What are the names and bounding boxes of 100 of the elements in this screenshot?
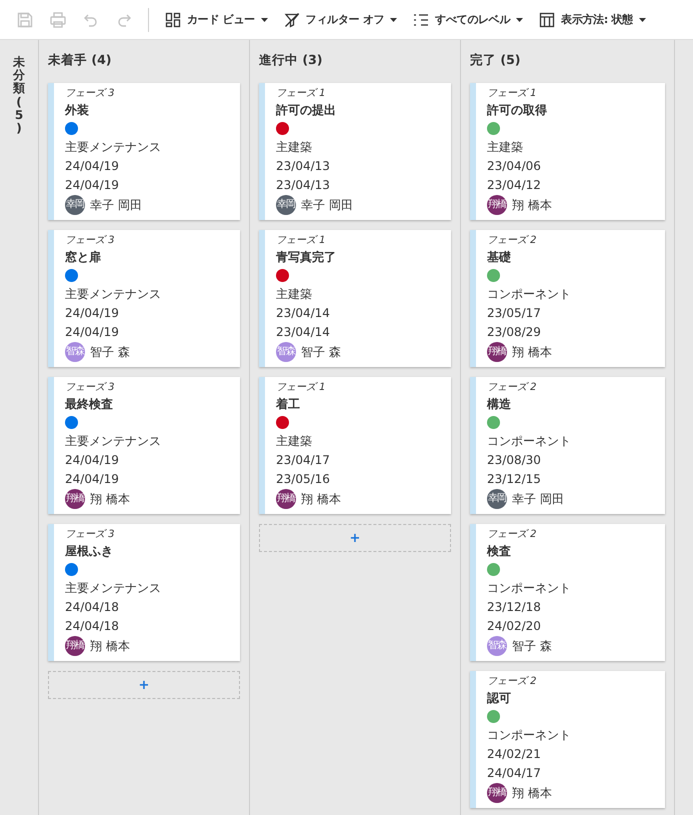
avatar: 智森: [487, 636, 507, 656]
collapsed-column[interactable]: 未分類 (5): [0, 40, 39, 815]
avatar: 翔橋: [487, 342, 507, 362]
avatar: 翔橋: [487, 783, 507, 803]
category-text: コンポーネント: [487, 727, 571, 744]
category-text: コンポーネント: [487, 433, 571, 450]
view-menu[interactable]: カード ビュー: [159, 4, 274, 34]
category-text: 主建築: [276, 139, 312, 156]
end-date: 24/02/20: [487, 618, 541, 635]
category-text: コンポーネント: [487, 286, 571, 303]
filter-off-icon: [284, 12, 300, 28]
category-text: 主要メンテナンス: [65, 139, 161, 156]
card-title: 青写真完了: [276, 249, 336, 266]
phase-label: フェーズ 3: [65, 234, 115, 248]
card-title: 外装: [65, 102, 89, 119]
column-title: 完了 (5): [470, 51, 520, 69]
caret-icon: [390, 18, 398, 22]
caret-icon: [516, 18, 524, 22]
card-title: 構造: [487, 396, 511, 413]
start-date: 23/08/30: [487, 452, 541, 469]
category-text: 主要メンテナンス: [65, 286, 161, 303]
task-card[interactable]: フェーズ 2 検査 コンポーネント 23/12/18 24/02/20 智森 智子 森: [470, 524, 665, 661]
phase-label: フェーズ 1: [276, 234, 326, 248]
assignee-name: 翔 橋本: [512, 196, 552, 214]
end-date: 23/12/15: [487, 471, 541, 488]
card-title: 窓と扉: [65, 249, 101, 266]
add-card-button[interactable]: +: [48, 671, 240, 699]
start-date: 23/04/13: [276, 158, 330, 175]
start-date: 24/04/18: [65, 599, 119, 616]
print-icon: [48, 10, 66, 28]
task-card[interactable]: フェーズ 1 許可の提出 主建築 23/04/13 23/04/13 幸岡 幸子 岡田: [259, 83, 451, 220]
save-icon: [16, 10, 34, 28]
end-date: 23/04/14: [276, 324, 330, 341]
end-date: 24/04/17: [487, 765, 541, 782]
task-card[interactable]: フェーズ 2 基礎 コンポーネント 23/05/17 23/08/29 翔橋 翔 橋本: [470, 230, 665, 367]
card-title: 最終検査: [65, 396, 113, 413]
category-text: 主建築: [487, 139, 523, 156]
task-card[interactable]: フェーズ 1 青写真完了 主建築 23/04/14 23/04/14 智森 智子 森: [259, 230, 451, 367]
category-text: コンポーネント: [487, 580, 571, 597]
phase-label: フェーズ 3: [65, 381, 115, 395]
assignee-name: 翔 橋本: [301, 490, 341, 508]
task-card[interactable]: フェーズ 1 許可の取得 主建築 23/04/06 23/04/12 翔橋 翔 橋本: [470, 83, 665, 220]
end-date: 24/04/19: [65, 177, 119, 194]
card-title: 許可の提出: [276, 102, 336, 119]
phase-label: フェーズ 2: [487, 234, 537, 248]
phase-label: フェーズ 3: [65, 87, 115, 101]
end-date: 23/04/12: [487, 177, 541, 194]
end-date: 24/04/19: [65, 324, 119, 341]
phase-label: フェーズ 1: [276, 87, 326, 101]
assignee-name: 翔 橋本: [90, 638, 130, 654]
start-date: 24/02/21: [487, 746, 541, 763]
end-date: 24/04/18: [65, 618, 119, 635]
filter-menu[interactable]: フィルター オフ: [278, 4, 404, 34]
level-menu[interactable]: すべてのレベル: [407, 4, 530, 34]
list-icon: [413, 12, 430, 28]
caret-icon: [260, 18, 268, 22]
start-date: 24/04/19: [65, 305, 119, 322]
column-title: 進行中 (3): [259, 51, 322, 69]
end-date: 24/04/19: [65, 471, 119, 488]
card-title: 基礎: [487, 249, 511, 266]
assignee-name: 智子 森: [301, 344, 341, 360]
task-card[interactable]: フェーズ 3 屋根ふき 主要メンテナンス 24/04/18 24/04/18 翔橋 翔 橋本: [48, 524, 240, 661]
avatar: 幸岡: [276, 195, 296, 215]
phase-label: フェーズ 1: [276, 381, 326, 395]
start-date: 23/04/17: [276, 452, 330, 469]
start-date: 23/12/18: [487, 599, 541, 616]
task-card[interactable]: フェーズ 3 外装 主要メンテナンス 24/04/19 24/04/19 幸岡 幸子 岡田: [48, 83, 240, 220]
card-title: 屋根ふき: [65, 543, 113, 560]
avatar: 幸岡: [65, 195, 85, 215]
caret-icon: [638, 18, 646, 22]
avatar: 智森: [65, 342, 85, 362]
avatar: 智森: [276, 342, 296, 362]
assignee-name: 幸子 岡田: [301, 196, 353, 214]
column-title: 未着手 (4): [48, 51, 112, 69]
card-title: 認可: [487, 690, 511, 707]
task-card[interactable]: フェーズ 3 最終検査 主要メンテナンス 24/04/19 24/04/19 翔橋 翔 橋本: [48, 377, 240, 514]
card-title: 許可の取得: [487, 102, 547, 119]
end-date: 23/08/29: [487, 324, 541, 341]
start-date: 23/04/14: [276, 305, 330, 322]
card-title: 着工: [276, 396, 300, 413]
assignee-name: 翔 橋本: [512, 344, 552, 360]
card-title: 検査: [487, 543, 511, 560]
end-date: 23/04/13: [276, 177, 330, 194]
end-date: 23/05/16: [276, 471, 330, 488]
start-date: 24/04/19: [65, 452, 119, 469]
display-menu[interactable]: 表示方法: 状態: [533, 4, 652, 34]
phase-label: フェーズ 1: [487, 87, 537, 101]
add-card-button[interactable]: +: [259, 524, 451, 552]
avatar: 翔橋: [487, 195, 507, 215]
category-text: 主建築: [276, 433, 312, 450]
start-date: 23/05/17: [487, 305, 541, 322]
category-text: 主建築: [276, 286, 312, 303]
task-card[interactable]: フェーズ 2 構造 コンポーネント 23/08/30 23/12/15 幸岡 幸子 岡田: [470, 377, 665, 514]
assignee-name: 幸子 岡田: [90, 196, 142, 214]
phase-label: フェーズ 2: [487, 528, 537, 542]
start-date: 23/04/06: [487, 158, 541, 175]
assignee-name: 翔 橋本: [90, 490, 130, 508]
task-card[interactable]: フェーズ 2 認可 コンポーネント 24/02/21 24/04/17 翔橋 翔 橋本: [470, 671, 665, 808]
task-card[interactable]: フェーズ 3 窓と扉 主要メンテナンス 24/04/19 24/04/19 智森 智子 森: [48, 230, 240, 367]
task-card[interactable]: フェーズ 1 着工 主建築 23/04/17 23/05/16 翔橋 翔 橋本: [259, 377, 451, 514]
